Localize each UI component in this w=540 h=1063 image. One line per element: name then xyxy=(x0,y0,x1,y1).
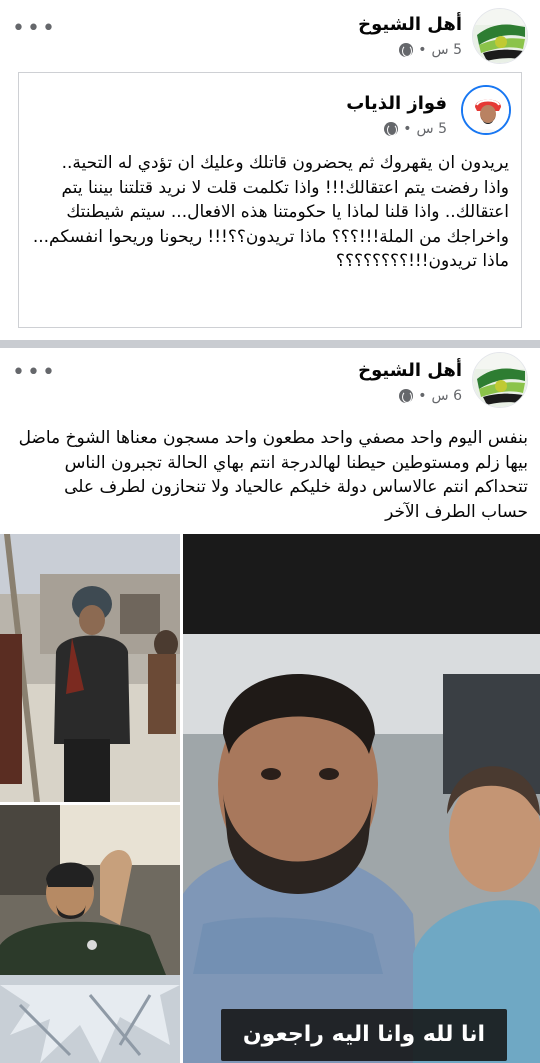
meta-separator: • xyxy=(418,42,427,58)
author-avatar[interactable] xyxy=(461,85,511,135)
post-header: ••• أهل الشيوخ 6 س • xyxy=(0,348,540,418)
shared-post-text: يريدون ان يقهروك ثم يحضرون قاتلك وعليك ا… xyxy=(32,153,509,271)
meta-separator: • xyxy=(418,388,427,404)
photo-post-card: ••• أهل الشيوخ 6 س • بنفس اليوم واحد مصف… xyxy=(0,348,540,1063)
video-thumbnail[interactable] xyxy=(183,534,540,1063)
author-name[interactable]: فواز الذياب xyxy=(346,93,447,114)
post-time[interactable]: 5 س xyxy=(432,42,462,58)
meta-separator: • xyxy=(403,121,412,137)
globe-icon xyxy=(384,122,399,136)
video-caption: انا لله وانا اليه راجعون xyxy=(221,1009,507,1061)
shared-time[interactable]: 5 س xyxy=(417,121,447,137)
more-options-icon[interactable]: ••• xyxy=(12,18,57,40)
post-meta: 6 س • xyxy=(399,388,462,404)
post-time[interactable]: 6 س xyxy=(432,388,462,404)
post-text: بنفس اليوم واحد مصفي واحد مطعون واحد مسج… xyxy=(18,428,528,522)
page-name[interactable]: أهل الشيوخ xyxy=(358,360,462,381)
shared-post-card: ••• أهل الشيوخ 5 س • فواز الذياب 5 س • ي… xyxy=(0,0,540,340)
post-header: ••• أهل الشيوخ 5 س • xyxy=(0,0,540,70)
post-meta: 5 س • xyxy=(399,42,462,58)
page-name[interactable]: أهل الشيوخ xyxy=(358,14,462,35)
globe-icon xyxy=(399,389,414,403)
shared-content-box[interactable]: فواز الذياب 5 س • يريدون ان يقهروك ثم يح… xyxy=(18,72,522,328)
photo-man-with-stick[interactable] xyxy=(0,534,180,802)
page-avatar[interactable] xyxy=(472,352,528,408)
page-avatar[interactable] xyxy=(472,8,528,64)
more-options-icon[interactable]: ••• xyxy=(12,362,57,384)
photo-injured-man[interactable] xyxy=(0,805,180,1063)
shared-meta: 5 س • xyxy=(384,121,447,137)
globe-icon xyxy=(399,43,414,57)
